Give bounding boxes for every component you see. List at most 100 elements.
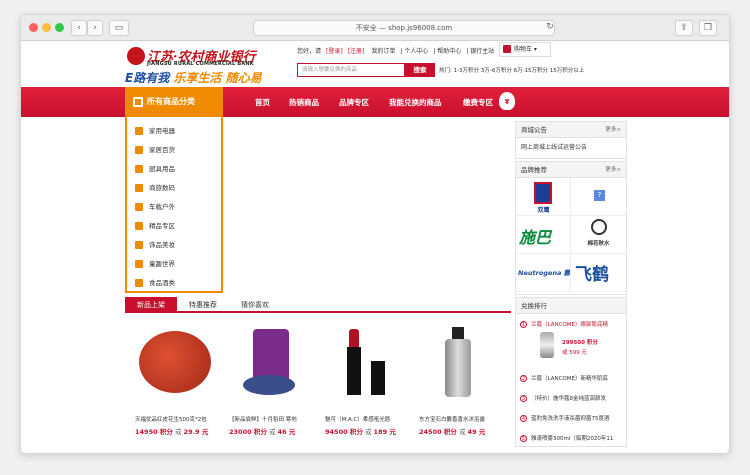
bank-site-link[interactable]: 银行主站 <box>470 48 494 55</box>
product-image-peanuts[interactable] <box>135 323 215 403</box>
rank-name: （特价）施华蔻8金纯蓝润颜发 <box>531 396 607 402</box>
product-name[interactable]: 魅可（M.A.C）柔感哑光唇 <box>325 415 390 423</box>
grid-icon <box>133 97 143 107</box>
category-label: 家用电器 <box>149 127 175 135</box>
search-input[interactable]: 请输入想要兑换的商品 <box>297 63 405 77</box>
product-image-rice[interactable] <box>229 323 309 403</box>
all-categories-label: 所有商品分类 <box>147 97 195 106</box>
tab-recommended[interactable]: 猜你喜欢 <box>229 297 281 313</box>
tab-specials[interactable]: 特惠推荐 <box>177 297 229 313</box>
share-icon[interactable]: ⇪ <box>675 20 693 36</box>
notice-more-link[interactable]: 更多> <box>605 122 621 138</box>
nav-redeemable[interactable]: 我能兑换的商品 <box>389 97 442 108</box>
category-label: 商旅数码 <box>149 184 175 192</box>
brand-header: 品牌推荐 更多> <box>516 162 626 178</box>
ranking-header: 兑换排行 <box>516 298 626 314</box>
all-categories-button[interactable]: 所有商品分类 <box>125 87 223 117</box>
appliance-icon <box>135 127 143 135</box>
notice-header: 商城公告 更多> <box>516 122 626 138</box>
product-price: 24500 积分 或 49 元 <box>419 426 485 436</box>
category-item[interactable]: 车载户外 <box>135 199 175 215</box>
hot-search-links[interactable]: 热门: 1-3万积分 3万-6万积分 6万-15万积分 15万积分以上 <box>439 66 584 74</box>
personal-center-link[interactable]: 个人中心 <box>404 48 428 55</box>
bank-logo[interactable]: 江苏·农村商业银行 JIANGSU RURAL COMMERCIAL BANK <box>125 47 285 69</box>
reload-icon[interactable]: ↻ <box>545 20 555 36</box>
brand-logo[interactable]: 施巴 <box>516 216 571 254</box>
cart-label: 购物车 <box>514 46 533 53</box>
product-tabs: 新品上架 特惠推荐 猜你喜欢 <box>125 297 511 313</box>
close-window-button[interactable] <box>29 23 38 32</box>
brand-more-link[interactable]: 更多> <box>605 162 621 178</box>
nav-payment-zone[interactable]: 缴费专区 <box>463 97 493 108</box>
product-card[interactable]: 东方宝石白麝香香水沐浴露 24500 积分 或 49 元 <box>413 317 507 445</box>
brand-panel: 品牌推荐 更多> 双鹰 ? 施巴 棉花秋水 Neutrogena 露得清 飞鹤 <box>515 161 627 295</box>
product-name[interactable]: 【新品尝鲜】十月稻田 寒地 <box>229 415 297 423</box>
cart-button[interactable]: 购物车 ▾ <box>499 42 551 57</box>
category-item[interactable]: 厨具用品 <box>135 161 175 177</box>
category-item[interactable]: 饰品美妆 <box>135 237 175 253</box>
product-cash: 189 元 <box>373 428 396 436</box>
tabs-icon[interactable]: ❐ <box>699 20 717 36</box>
category-item[interactable]: 食品酒类 <box>135 275 175 291</box>
sidebar-icon[interactable]: ▭ <box>109 20 129 36</box>
orders-link[interactable]: 我的订单 <box>371 48 395 55</box>
ranking-item[interactable]: 3 （特价）施华蔻8金纯蓝润颜发 <box>520 394 606 402</box>
top-links: 您好，请 [登录] [注册] 我的订单 | 个人中心 | 帮助中心 | 银行主站 <box>297 48 495 55</box>
product-image-lipstick[interactable] <box>325 323 405 403</box>
notice-title: 商城公告 <box>521 126 547 134</box>
login-link[interactable]: [登录] <box>326 48 343 55</box>
nav-home[interactable]: 首页 <box>255 97 270 108</box>
minimize-window-button[interactable] <box>42 23 51 32</box>
register-link[interactable]: [注册] <box>348 48 365 55</box>
rank-number: 4 <box>520 415 527 422</box>
product-card[interactable]: 【新品尝鲜】十月稻田 寒地 23000 积分 或 46 元 <box>223 317 317 445</box>
brand-logo[interactable]: 飞鹤 <box>571 254 626 292</box>
zoom-window-button[interactable] <box>55 23 64 32</box>
ranking-top-cash: 或 599 元 <box>562 350 587 356</box>
category-item[interactable]: 家居百货 <box>135 142 175 158</box>
brand-logo[interactable]: 棉花秋水 <box>571 216 626 254</box>
ranking-item[interactable]: 1 兰蔻（LANCOME）眼部肌底精 <box>520 320 608 328</box>
search-button[interactable]: 搜索 <box>405 63 435 77</box>
product-points: 94500 积分 <box>325 428 363 436</box>
ranking-item[interactable]: 5 雅漾喷雾300ml（临期2020年11 <box>520 434 613 442</box>
category-label: 食品酒类 <box>149 279 175 287</box>
category-list: 家用电器 家居百货 厨具用品 商旅数码 车载户外 精品专区 饰品美妆 童趣世界 … <box>125 117 223 293</box>
product-name[interactable]: 天福优品红皮花生500克*2包 <box>135 415 207 423</box>
product-price: 94500 积分 或 189 元 <box>325 426 396 436</box>
product-name[interactable]: 东方宝石白麝香香水沐浴露 <box>419 415 485 423</box>
nav-hot-products[interactable]: 热销商品 <box>289 97 319 108</box>
money-bag-icon[interactable]: ¥ <box>499 92 515 110</box>
product-card[interactable]: 天福优品红皮花生500克*2包 14950 积分 或 29.9 元 <box>129 317 223 445</box>
nav-brand-zone[interactable]: 品牌专区 <box>339 97 369 108</box>
price-or: 或 <box>174 428 182 436</box>
rank-number: 5 <box>520 435 527 442</box>
ranking-item[interactable]: 2 兰蔻（LANCOME）新精华肌底 <box>520 374 608 382</box>
back-button[interactable]: ‹ <box>71 20 87 36</box>
category-item[interactable]: 精品专区 <box>135 218 175 234</box>
price-or: 或 <box>268 428 276 436</box>
rank-name: 雅漾喷雾300ml（临期2020年11 <box>531 436 614 442</box>
brand-logo[interactable]: 双鹰 <box>516 178 571 216</box>
price-or: 或 <box>364 428 372 436</box>
category-item[interactable]: 家用电器 <box>135 123 175 139</box>
cart-icon <box>503 45 511 53</box>
category-item[interactable]: 商旅数码 <box>135 180 175 196</box>
notice-item[interactable]: 网上商城上线试运营公告 <box>516 138 626 155</box>
tab-new-arrivals[interactable]: 新品上架 <box>125 297 177 313</box>
product-cash: 29.9 元 <box>183 428 209 436</box>
ranking-top-image[interactable] <box>540 332 554 358</box>
ranking-item[interactable]: 4 蓝豹免洗洗手液杀菌抑菌75度酒 <box>520 414 610 422</box>
notice-panel: 商城公告 更多> 网上商城上线试运营公告 <box>515 121 627 159</box>
address-bar[interactable]: 不安全 — shop.js96008.com <box>253 20 555 36</box>
product-image-body-wash[interactable] <box>419 323 499 403</box>
category-item[interactable]: 童趣世界 <box>135 256 175 272</box>
product-card[interactable]: 魅可（M.A.C）柔感哑光唇 94500 积分 或 189 元 <box>319 317 413 445</box>
forward-button[interactable]: › <box>87 20 103 36</box>
product-cash: 49 元 <box>467 428 486 436</box>
brand-logo[interactable]: ? <box>571 178 626 216</box>
welcome-text: 您好，请 <box>297 48 322 55</box>
help-center-link[interactable]: 帮助中心 <box>437 48 461 55</box>
brand-logo[interactable]: Neutrogena 露得清 <box>516 254 571 292</box>
brand-title: 品牌推荐 <box>521 166 547 174</box>
